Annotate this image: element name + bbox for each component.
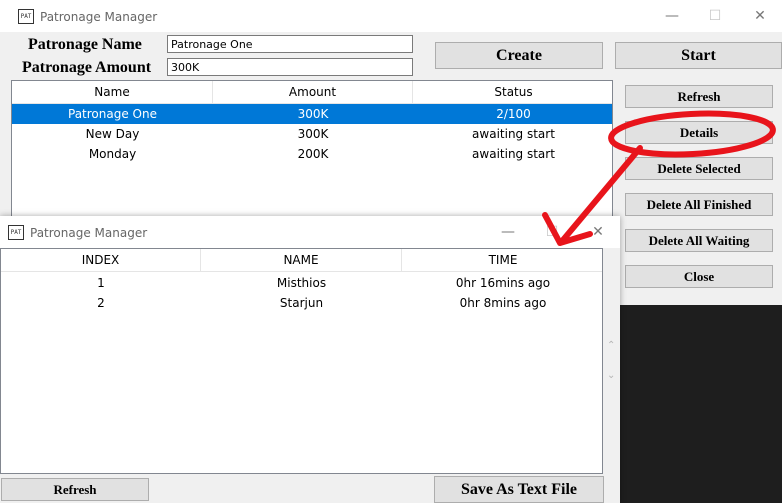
row-name: Monday	[88, 147, 137, 161]
column-header-status[interactable]: Status	[413, 81, 612, 103]
patronage-name-field[interactable]: Patronage One	[167, 35, 413, 53]
row-time: 0hr 8mins ago	[459, 296, 547, 310]
details-title-bar[interactable]: PAT Patronage Manager — ☐ ✕	[0, 216, 620, 248]
row-amount: 300K	[297, 107, 329, 121]
delete-all-waiting-button[interactable]: Delete All Waiting	[625, 229, 773, 252]
close-window-button[interactable]: ✕	[576, 216, 620, 248]
row-index: 1	[97, 276, 105, 290]
start-button[interactable]: Start	[615, 42, 782, 69]
minimize-button[interactable]: —	[486, 216, 530, 248]
row-status: awaiting start	[472, 127, 555, 141]
column-header-index[interactable]: INDEX	[1, 249, 201, 271]
row-status: awaiting start	[472, 147, 555, 161]
row-name: Patronage One	[68, 107, 157, 121]
app-icon: PAT	[18, 9, 34, 24]
column-header-name[interactable]: Name	[12, 81, 213, 103]
row-time: 0hr 16mins ago	[455, 276, 551, 290]
row-status: 2/100	[496, 107, 531, 121]
details-window: PAT Patronage Manager — ☐ ✕ INDEX NAME T…	[0, 216, 620, 503]
row-name: Misthios	[276, 276, 327, 290]
patronage-amount-field[interactable]: 300K	[167, 58, 413, 76]
minimize-button[interactable]: —	[650, 0, 694, 32]
refresh-button[interactable]: Refresh	[625, 85, 773, 108]
create-button[interactable]: Create	[435, 42, 603, 69]
table-row[interactable]: 1 Misthios 0hr 16mins ago	[1, 273, 602, 293]
column-header-name[interactable]: NAME	[201, 249, 402, 271]
close-button[interactable]: Close	[625, 265, 773, 288]
table-row[interactable]: Patronage One 300K 2/100	[12, 104, 612, 124]
table-row[interactable]: New Day 300K awaiting start	[12, 124, 612, 144]
patrons-table-header: INDEX NAME TIME	[1, 249, 602, 272]
delete-selected-button[interactable]: Delete Selected	[625, 157, 773, 180]
table-row[interactable]: Monday 200K awaiting start	[12, 144, 612, 164]
scroll-down-icon[interactable]: ⌄	[607, 370, 615, 381]
save-as-text-file-button[interactable]: Save As Text File	[434, 476, 604, 503]
row-name: Starjun	[279, 296, 324, 310]
row-amount: 300K	[297, 127, 329, 141]
row-name: New Day	[85, 127, 140, 141]
column-header-amount[interactable]: Amount	[213, 81, 413, 103]
scroll-up-icon[interactable]: ⌃	[607, 340, 615, 351]
maximize-button[interactable]: ☐	[530, 216, 574, 248]
window-title: Patronage Manager	[30, 226, 148, 240]
patronage-name-label: Patronage Name	[28, 36, 142, 53]
details-button[interactable]: Details	[625, 121, 773, 144]
row-index: 2	[97, 296, 105, 310]
patronage-amount-label: Patronage Amount	[22, 59, 152, 76]
maximize-button[interactable]: ☐	[693, 0, 737, 32]
details-refresh-button[interactable]: Refresh	[1, 478, 149, 501]
main-title-bar[interactable]: PAT Patronage Manager — ☐ ✕	[0, 0, 782, 32]
delete-all-finished-button[interactable]: Delete All Finished	[625, 193, 773, 216]
close-window-button[interactable]: ✕	[738, 0, 782, 32]
patronage-table-header: Name Amount Status	[12, 81, 612, 104]
column-header-time[interactable]: TIME	[402, 249, 602, 271]
app-icon: PAT	[8, 225, 24, 240]
row-amount: 200K	[297, 147, 329, 161]
table-row[interactable]: 2 Starjun 0hr 8mins ago	[1, 293, 602, 313]
window-title: Patronage Manager	[40, 10, 158, 24]
patrons-table: INDEX NAME TIME 1 Misthios 0hr 16mins ag…	[0, 248, 603, 474]
